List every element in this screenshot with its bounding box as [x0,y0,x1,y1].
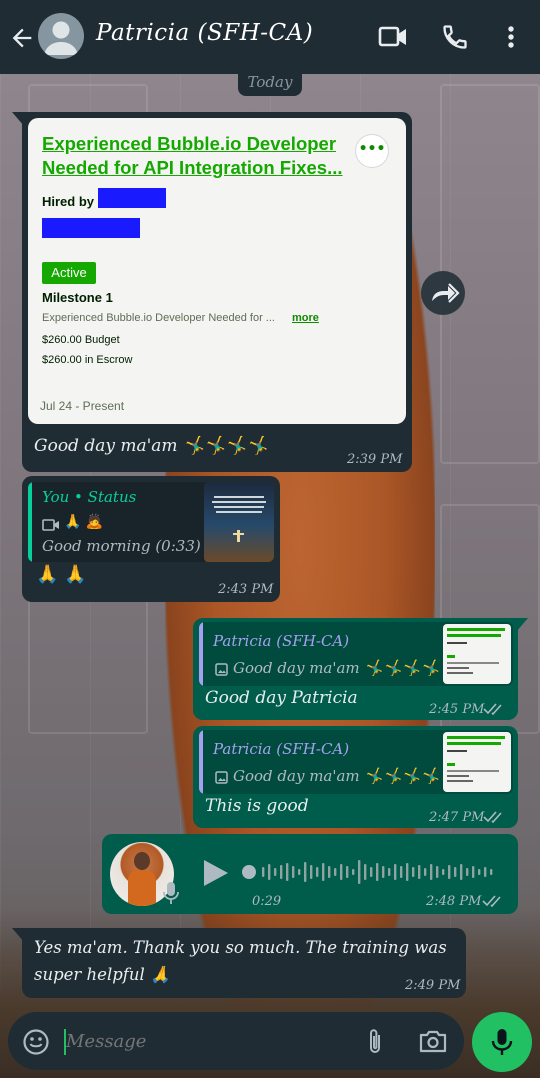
read-receipt-icon [483,811,502,824]
voice-call-icon[interactable] [440,23,470,51]
forward-button[interactable] [421,271,465,315]
quote-text: Good morning (0:33) [42,537,201,555]
job-date-range: Jul 24 - Present [40,399,125,413]
incoming-status-reply-message[interactable]: You • Status 🙏 🙇 Good morning (0:33) 🙏 🙏… [22,476,280,602]
more-link[interactable]: more [292,312,319,324]
outgoing-voice-message[interactable]: 0:29 2:48 PM [102,834,518,914]
escrow-label: $260.00 in Escrow [42,354,133,366]
status-thumbnail [204,482,274,562]
outgoing-reply-message[interactable]: Patricia (SFH-CA) Good day ma'am 🤸‍♂️🤸‍♂… [193,618,528,720]
budget-label: $260.00 Budget [42,334,120,346]
quote-emojis: 🙏 🙇 [64,514,104,530]
message-text: 🙏 🙏 [36,564,87,585]
message-text: This is good [205,796,309,816]
more-options-icon[interactable] [498,23,524,51]
read-receipt-icon [483,703,502,716]
quoted-status[interactable]: You • Status 🙏 🙇 Good morning (0:33) [28,482,274,562]
voice-waveform[interactable] [242,854,504,890]
message-text: Yes ma'am. Thank you so much. The traini… [34,938,447,984]
message-input[interactable] [66,1024,336,1058]
voice-duration: 0:29 [252,894,282,909]
job-link-preview[interactable]: Experienced Bubble.io Developer Needed f… [28,118,406,424]
camera-icon[interactable] [418,1028,448,1054]
video-call-icon[interactable] [378,23,408,51]
message-time: 2:45 PM [429,702,485,717]
incoming-text-message[interactable]: Yes ma'am. Thank you so much. The traini… [12,928,466,998]
emoji-icon[interactable] [22,1028,50,1056]
voice-record-button[interactable] [472,1012,532,1072]
read-receipt-icon [482,895,501,908]
photo-icon [215,771,228,784]
message-text: Good day Patricia [205,688,358,708]
quoted-message[interactable]: Patricia (SFH-CA) Good day ma'am 🤸‍♂️🤸‍♂… [199,622,513,686]
job-preview-thumbnail [443,624,511,684]
photo-icon [215,663,228,676]
quote-author: You • Status [42,488,137,506]
message-text: Good day ma'am 🤸‍♂️🤸‍♂️🤸‍♂️🤸‍♂️ [34,436,268,456]
play-icon[interactable] [200,858,230,888]
chat-header: Patricia (SFH-CA) [0,0,540,74]
contact-name[interactable]: Patricia (SFH-CA) [96,20,313,46]
redaction-block [98,188,166,208]
default-avatar-icon [44,21,78,55]
message-time: 2:39 PM [347,452,403,467]
quote-author: Patricia (SFH-CA) [213,632,350,650]
message-time: 2:47 PM [429,810,485,825]
quote-author: Patricia (SFH-CA) [213,740,350,758]
message-time: 2:43 PM [218,582,274,597]
message-time: 2:49 PM [405,978,461,993]
message-time: 2:48 PM [426,894,482,909]
milestone-label: Milestone 1 [42,290,113,305]
contact-avatar[interactable] [38,13,84,59]
outgoing-reply-message[interactable]: Patricia (SFH-CA) Good day ma'am 🤸‍♂️🤸‍♂… [193,726,518,828]
quote-text: Good day ma'am 🤸‍♂️🤸‍♂️🤸‍♂️🤸‍♂️ [233,659,440,677]
job-more-button[interactable]: ••• [355,134,389,168]
back-arrow-icon[interactable] [8,24,36,52]
quote-text: Good day ma'am 🤸‍♂️🤸‍♂️🤸‍♂️🤸‍♂️ [233,767,440,785]
job-status-badge: Active [42,262,96,284]
message-composer [8,1012,464,1070]
job-preview-thumbnail [443,732,511,792]
forward-icon [432,283,460,303]
redaction-block [42,218,140,238]
mic-icon [491,1029,513,1055]
mic-icon [163,882,179,904]
hired-by-label: Hired by [42,194,95,209]
attach-icon[interactable] [364,1027,386,1057]
video-icon [42,519,59,531]
quoted-message[interactable]: Patricia (SFH-CA) Good day ma'am 🤸‍♂️🤸‍♂… [199,730,513,794]
job-title-link[interactable]: Experienced Bubble.io Developer Needed f… [42,132,347,180]
job-description: Experienced Bubble.io Developer Needed f… [42,312,275,324]
